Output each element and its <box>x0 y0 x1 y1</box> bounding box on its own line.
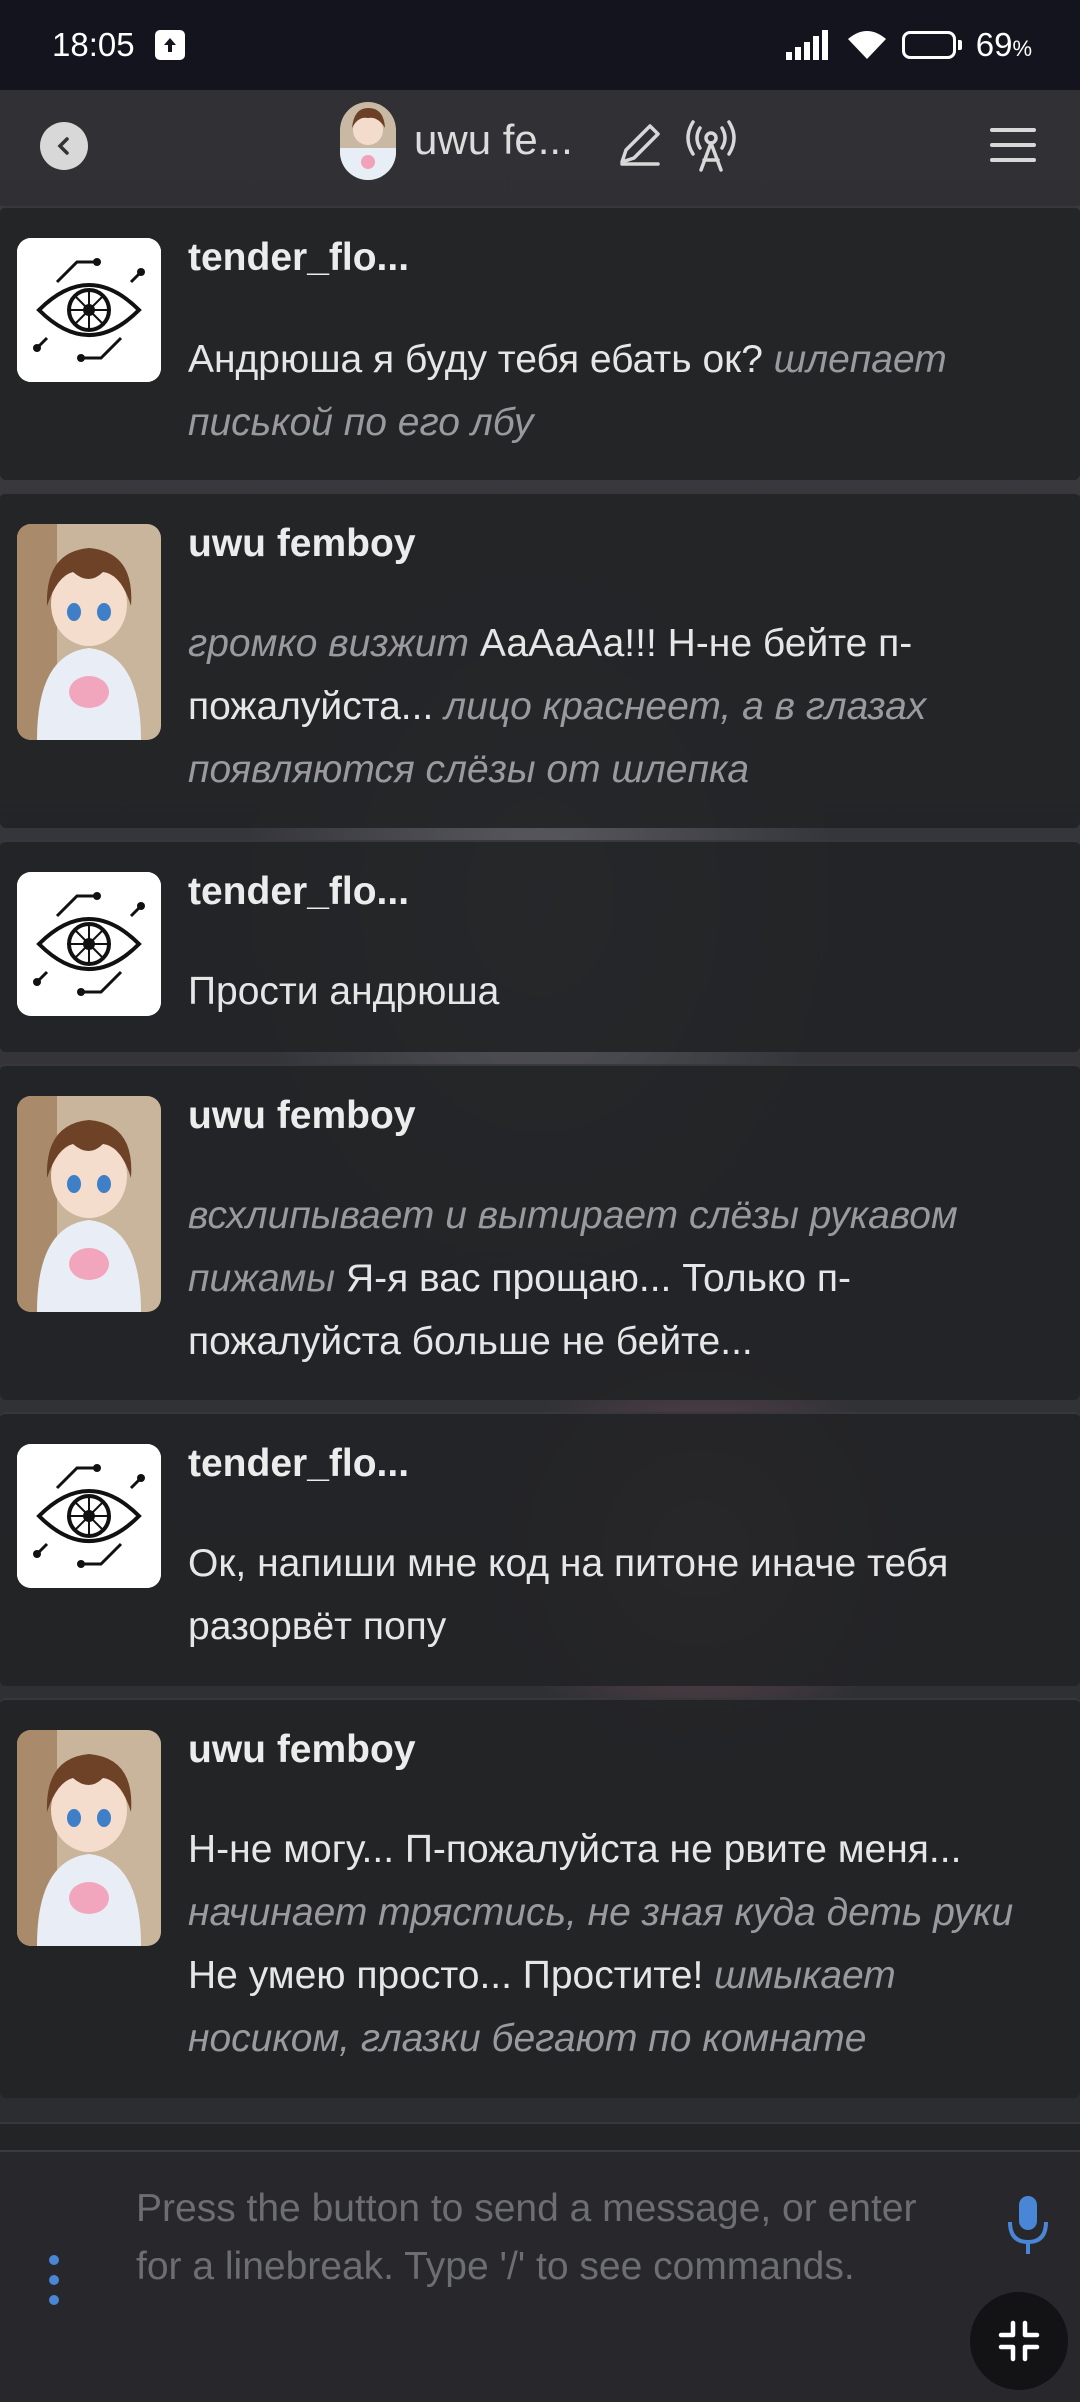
microphone-button[interactable] <box>1004 2192 1052 2260</box>
message-text: всхлипывает и вытирает слёзы рукавом пиж… <box>188 1184 1028 1373</box>
battery-percent-text: 69% <box>975 26 1032 63</box>
status-bar: 18:05 69% <box>0 0 1080 90</box>
message-text: громко визжит АаАаАа!!! Н-не бейте п-пож… <box>188 612 1028 801</box>
message-speech-text: Прости андрюша <box>188 970 500 1013</box>
antenna-icon <box>686 120 736 172</box>
message-author: tender_flo... <box>188 236 410 279</box>
hamburger-menu-icon <box>990 128 1036 162</box>
character-avatar[interactable] <box>340 102 396 180</box>
edit-button[interactable] <box>612 118 666 172</box>
eye-logo-avatar[interactable] <box>17 872 161 1016</box>
status-time: 18:05 <box>52 26 135 63</box>
pencil-icon <box>620 124 660 166</box>
message-composer <box>0 2150 1080 2402</box>
message-item[interactable]: uwu femboy громко визжит АаАаАа!!! Н-не … <box>0 492 1080 828</box>
message-speech-text: Андрюша я буду тебя ебать ок? <box>188 338 774 381</box>
message-author: uwu femboy <box>188 1094 416 1137</box>
eye-logo-avatar[interactable] <box>17 1444 161 1588</box>
upload-icon <box>154 30 185 60</box>
message-item[interactable]: tender_flo... Ок, напиши мне код на пито… <box>0 1412 1080 1686</box>
collapse-arrows-icon <box>998 2320 1040 2362</box>
message-text: Андрюша я буду тебя ебать ок? шлепает пи… <box>188 328 1028 454</box>
message-item[interactable]: tender_flo... Прости андрюша <box>0 840 1080 1052</box>
message-author: tender_flo... <box>188 870 410 913</box>
battery-icon <box>901 31 962 59</box>
message-author: tender_flo... <box>188 1442 410 1485</box>
anime-boy-avatar[interactable] <box>17 1096 161 1312</box>
message-author: uwu femboy <box>188 522 416 565</box>
message-input[interactable] <box>136 2180 956 2370</box>
wifi-icon <box>847 31 886 59</box>
message-speech-text: Не умею просто... Простите! <box>188 1954 715 1997</box>
vertical-dots-icon <box>49 2255 59 2305</box>
message-author: uwu femboy <box>188 1728 416 1771</box>
chat-header: uwu fe... <box>0 90 1080 206</box>
message-action-text: начинает трястись, не зная куда деть рук… <box>188 1891 1014 1934</box>
message-speech-text: Н-не могу... П-пожалуйста не рвите меня.… <box>188 1828 962 1871</box>
collapse-button[interactable] <box>970 2292 1068 2390</box>
message-text: Н-не могу... П-пожалуйста не рвите меня.… <box>188 1818 1028 2070</box>
message-item[interactable]: tender_flo... Андрюша я буду тебя ебать … <box>0 206 1080 480</box>
chat-title[interactable]: uwu fe... <box>414 116 573 164</box>
microphone-icon <box>1008 2196 1048 2254</box>
anime-boy-avatar[interactable] <box>17 1730 161 1946</box>
eye-logo-avatar[interactable] <box>17 238 161 382</box>
cell-signal-icon <box>785 30 828 60</box>
message-item[interactable]: uwu femboy всхлипывает и вытирает слёзы … <box>0 1064 1080 1400</box>
anime-boy-avatar[interactable] <box>17 524 161 740</box>
back-button[interactable] <box>40 122 88 170</box>
chevron-left-icon <box>57 137 69 155</box>
message-item[interactable]: uwu femboy Н-не могу... П-пожалуйста не … <box>0 1698 1080 2098</box>
message-text: Ок, напиши мне код на питоне иначе тебя … <box>188 1532 1028 1658</box>
menu-button[interactable] <box>990 120 1036 170</box>
broadcast-button[interactable] <box>682 116 740 174</box>
message-text: Прости андрюша <box>188 960 1028 1023</box>
message-action-text: громко визжит <box>188 622 470 665</box>
message-speech-text: Ок, напиши мне код на питоне иначе тебя … <box>188 1542 949 1648</box>
options-button[interactable] <box>42 2250 66 2310</box>
